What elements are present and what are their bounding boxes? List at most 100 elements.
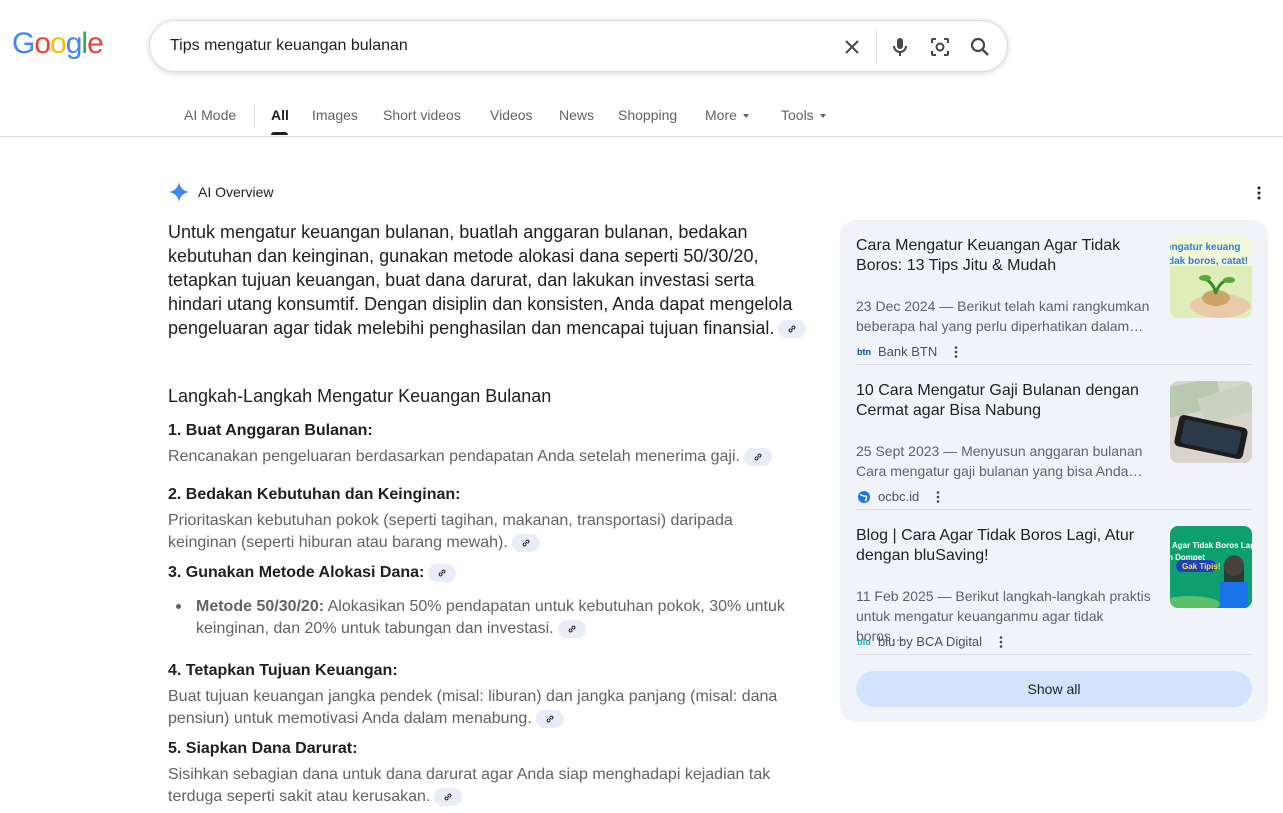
step-title: 2. Bedakan Kebutuhan dan Keinginan:	[168, 486, 461, 503]
phone-money-image	[1170, 381, 1252, 463]
step-text: Rencanakan pengeluaran berdasarkan penda…	[168, 448, 740, 465]
step-body: Buat tujuan keuangan jangka pendek (misa…	[168, 686, 808, 730]
microphone-icon[interactable]	[888, 35, 912, 59]
step-title: 3. Gunakan Metode Alokasi Dana:	[168, 564, 425, 581]
source-site: blu blu by BCA Digital	[856, 634, 1008, 649]
source-card[interactable]: Cara Mengatur Keuangan Agar Tidak Boros:…	[856, 236, 1252, 359]
source-thumbnail[interactable]: engatur keuang dak boros, catat!	[1170, 236, 1252, 318]
gemini-sparkle-icon	[168, 181, 190, 203]
tab-all[interactable]: All	[271, 107, 289, 123]
tab-separator	[254, 104, 255, 128]
tab-tools[interactable]: Tools	[781, 107, 826, 123]
steps-heading: Langkah-Langkah Mengatur Keuangan Bulana…	[168, 386, 552, 406]
tab-ai-mode[interactable]: AI Mode	[184, 107, 236, 123]
ai-overview-title: AI Overview	[198, 184, 274, 200]
bank-btn-favicon-icon: btn	[857, 346, 871, 357]
source-link-chip[interactable]	[428, 563, 457, 582]
source-thumbnail[interactable]	[1170, 381, 1252, 463]
logo-letter: o	[50, 27, 67, 60]
step-title-row: 3. Gunakan Metode Alokasi Dana:	[168, 562, 808, 584]
source-site-name: Bank BTN	[878, 344, 938, 359]
step-text: Prioritaskan kebutuhan pokok (seperti ta…	[168, 512, 733, 551]
source-divider	[856, 654, 1252, 655]
step-body: Sisihkan sebagian dana untuk dana darura…	[168, 764, 808, 808]
step-item: 4. Tetapkan Tujuan Keuangan: Buat tujuan…	[168, 660, 808, 730]
step-title: 1. Buat Anggaran Bulanan:	[168, 422, 373, 439]
summary-text: Untuk mengatur keuangan bulanan, buatlah…	[168, 222, 793, 338]
tab-more[interactable]: More	[705, 107, 749, 123]
link-icon	[754, 453, 762, 461]
tab-videos[interactable]: Videos	[490, 107, 533, 123]
search-box[interactable]: Tips mengatur keuangan bulanan	[149, 20, 1008, 72]
step-text: Buat tujuan keuangan jangka pendek (misa…	[168, 688, 778, 727]
logo-letter: G	[12, 27, 35, 60]
source-divider	[856, 509, 1252, 510]
logo-letter: o	[34, 27, 51, 60]
chevron-down-icon	[819, 114, 826, 119]
tab-tools-label: Tools	[781, 107, 814, 123]
step-body: Prioritaskan kebutuhan pokok (seperti ta…	[168, 510, 768, 554]
source-title[interactable]: Cara Mengatur Keuangan Agar Tidak Boros:…	[856, 236, 1156, 276]
chevron-down-icon	[742, 114, 749, 119]
camera-lens-icon[interactable]	[928, 35, 952, 59]
bullet-label: Metode 50/30/20:	[196, 598, 325, 615]
more-options-icon[interactable]	[994, 635, 1008, 649]
logo-letter: g	[65, 27, 83, 60]
source-site-name: blu by BCA Digital	[878, 634, 983, 649]
source-site: btn Bank BTN	[856, 344, 963, 359]
more-options-icon[interactable]	[931, 490, 945, 504]
step-title: 4. Tetapkan Tujuan Keuangan:	[168, 662, 398, 679]
more-options-icon[interactable]	[949, 345, 963, 359]
source-link-chip[interactable]	[511, 533, 540, 552]
source-snippet: 23 Dec 2024 — Berikut telah kami rangkum…	[856, 298, 1150, 334]
source-link-chip[interactable]	[743, 447, 772, 466]
money-plant-image: engatur keuang dak boros, catat!	[1170, 236, 1252, 318]
sources-panel: Cara Mengatur Keuangan Agar Tidak Boros:…	[840, 220, 1268, 722]
source-card[interactable]: 10 Cara Mengatur Gaji Bulanan dengan Cer…	[856, 381, 1252, 504]
source-link-chip[interactable]	[434, 787, 463, 806]
source-link-chip[interactable]	[557, 619, 586, 638]
source-title[interactable]: 10 Cara Mengatur Gaji Bulanan dengan Cer…	[856, 381, 1156, 421]
source-card[interactable]: Blog | Cara Agar Tidak Boros Lagi, Atur …	[856, 526, 1252, 649]
search-icon[interactable]	[968, 35, 992, 59]
logo-letter: e	[87, 27, 104, 60]
svg-text:dak boros, catat!: dak boros, catat!	[1170, 256, 1248, 267]
tab-short-videos[interactable]: Short videos	[383, 107, 461, 123]
tab-news[interactable]: News	[559, 107, 594, 123]
tab-images[interactable]: Images	[312, 107, 358, 123]
more-options-icon[interactable]	[1251, 185, 1267, 201]
active-tab-indicator	[271, 132, 288, 135]
svg-text:Gak Tipis!: Gak Tipis!	[1182, 562, 1221, 571]
bullet-dot	[176, 604, 181, 609]
search-input[interactable]: Tips mengatur keuangan bulanan	[170, 37, 408, 55]
bullet-text: Metode 50/30/20: Alokasikan 50% pendapat…	[196, 596, 786, 640]
source-link-chip[interactable]	[778, 320, 807, 339]
header-divider	[0, 136, 1283, 137]
blu-promo-image: Agar Tidak Boros Lag n Dompet Gak Tipis!	[1170, 526, 1252, 608]
step-item: 3. Gunakan Metode Alokasi Dana:	[168, 562, 808, 584]
tab-shopping[interactable]: Shopping	[618, 107, 677, 123]
source-thumbnail[interactable]: Agar Tidak Boros Lag n Dompet Gak Tipis!	[1170, 526, 1252, 608]
blu-favicon-icon: blu	[857, 636, 871, 647]
link-icon	[522, 539, 530, 547]
step-body: Rencanakan pengeluaran berdasarkan penda…	[168, 446, 808, 468]
source-title[interactable]: Blog | Cara Agar Tidak Boros Lagi, Atur …	[856, 526, 1156, 566]
link-icon	[438, 569, 446, 577]
source-site: ocbc.id	[856, 489, 945, 504]
ai-overview-header: AI Overview	[168, 181, 273, 203]
link-icon	[568, 625, 576, 633]
link-icon	[444, 793, 452, 801]
ai-overview-summary: Untuk mengatur keuangan bulanan, buatlah…	[168, 220, 808, 340]
link-icon	[789, 325, 796, 333]
step-text: Sisihkan sebagian dana untuk dana darura…	[168, 766, 771, 805]
source-site-name: ocbc.id	[878, 489, 920, 504]
bullet-item: Metode 50/30/20: Alokasikan 50% pendapat…	[176, 596, 786, 640]
step-item: 5. Siapkan Dana Darurat: Sisihkan sebagi…	[168, 738, 808, 808]
source-divider	[856, 364, 1252, 365]
show-all-button[interactable]: Show all	[856, 671, 1252, 707]
google-logo[interactable]: Google	[12, 27, 104, 61]
search-divider	[876, 31, 877, 63]
globe-icon	[858, 490, 870, 503]
clear-icon[interactable]	[840, 35, 864, 59]
source-link-chip[interactable]	[535, 709, 564, 728]
